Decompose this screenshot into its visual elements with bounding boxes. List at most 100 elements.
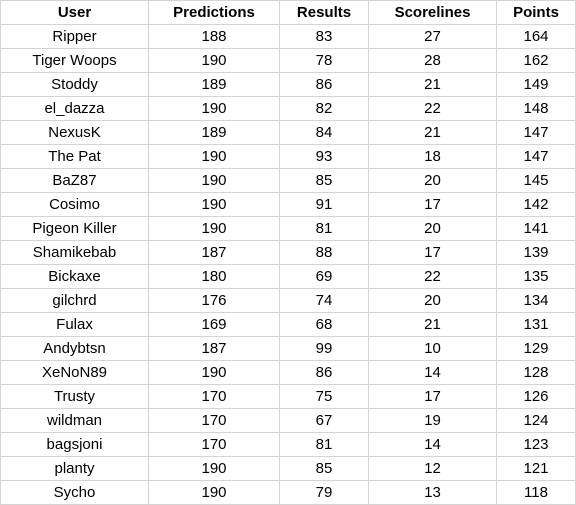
cell-results: 68 [279, 312, 369, 337]
cell-predictions: 190 [148, 48, 280, 73]
table-row: Ripper 188 83 27 164 [0, 24, 576, 49]
cell-predictions: 187 [148, 336, 280, 361]
table-row: Cosimo 190 91 17 142 [0, 192, 576, 217]
cell-user: gilchrd [0, 288, 149, 313]
cell-results: 86 [279, 72, 369, 97]
cell-predictions: 170 [148, 408, 280, 433]
cell-scorelines: 22 [368, 96, 497, 121]
cell-points: 149 [496, 72, 576, 97]
cell-scorelines: 14 [368, 360, 497, 385]
cell-predictions: 190 [148, 480, 280, 505]
cell-results: 91 [279, 192, 369, 217]
cell-predictions: 190 [148, 144, 280, 169]
table-row: The Pat 190 93 18 147 [0, 144, 576, 169]
cell-points: 145 [496, 168, 576, 193]
cell-results: 75 [279, 384, 369, 409]
cell-user: NexusK [0, 120, 149, 145]
cell-user: Pigeon Killer [0, 216, 149, 241]
cell-user: Ripper [0, 24, 149, 49]
cell-results: 86 [279, 360, 369, 385]
cell-scorelines: 17 [368, 240, 497, 265]
cell-points: 141 [496, 216, 576, 241]
cell-results: 93 [279, 144, 369, 169]
cell-user: Trusty [0, 384, 149, 409]
cell-user: XeNoN89 [0, 360, 149, 385]
table-body: Ripper 188 83 27 164 Tiger Woops 190 78 28 162 Sto… [0, 24, 576, 505]
table-row: Pigeon Killer 190 81 20 141 [0, 216, 576, 241]
cell-results: 81 [279, 216, 369, 241]
cell-user: Shamikebab [0, 240, 149, 265]
cell-points: 134 [496, 288, 576, 313]
table-row: Stoddy 189 86 21 149 [0, 72, 576, 97]
cell-user: bagsjoni [0, 432, 149, 457]
header-row: User Predictions Results Scorelines Poin… [0, 0, 576, 25]
cell-predictions: 188 [148, 24, 280, 49]
cell-scorelines: 21 [368, 72, 497, 97]
cell-scorelines: 12 [368, 456, 497, 481]
cell-points: 131 [496, 312, 576, 337]
cell-predictions: 176 [148, 288, 280, 313]
cell-user: wildman [0, 408, 149, 433]
cell-results: 82 [279, 96, 369, 121]
cell-predictions: 190 [148, 216, 280, 241]
cell-results: 74 [279, 288, 369, 313]
table-row: gilchrd 176 74 20 134 [0, 288, 576, 313]
cell-scorelines: 18 [368, 144, 497, 169]
cell-points: 129 [496, 336, 576, 361]
cell-results: 84 [279, 120, 369, 145]
cell-predictions: 170 [148, 384, 280, 409]
cell-scorelines: 19 [368, 408, 497, 433]
cell-predictions: 187 [148, 240, 280, 265]
header-user: User [0, 0, 149, 25]
cell-scorelines: 10 [368, 336, 497, 361]
cell-scorelines: 27 [368, 24, 497, 49]
leaderboard-table: User Predictions Results Scorelines Poin… [0, 0, 576, 505]
cell-results: 78 [279, 48, 369, 73]
cell-predictions: 190 [148, 360, 280, 385]
cell-user: Cosimo [0, 192, 149, 217]
cell-user: The Pat [0, 144, 149, 169]
cell-user: Fulax [0, 312, 149, 337]
cell-scorelines: 20 [368, 216, 497, 241]
cell-user: Tiger Woops [0, 48, 149, 73]
cell-points: 147 [496, 144, 576, 169]
cell-scorelines: 21 [368, 312, 497, 337]
cell-user: planty [0, 456, 149, 481]
cell-scorelines: 21 [368, 120, 497, 145]
cell-results: 83 [279, 24, 369, 49]
cell-user: Bickaxe [0, 264, 149, 289]
header-predictions: Predictions [148, 0, 280, 25]
cell-points: 121 [496, 456, 576, 481]
cell-predictions: 180 [148, 264, 280, 289]
header-points: Points [496, 0, 576, 25]
cell-user: Sycho [0, 480, 149, 505]
header-results: Results [279, 0, 369, 25]
table-row: Bickaxe 180 69 22 135 [0, 264, 576, 289]
table-row: Andybtsn 187 99 10 129 [0, 336, 576, 361]
cell-results: 69 [279, 264, 369, 289]
cell-points: 139 [496, 240, 576, 265]
cell-user: Stoddy [0, 72, 149, 97]
table-row: planty 190 85 12 121 [0, 456, 576, 481]
cell-points: 135 [496, 264, 576, 289]
cell-user: el_dazza [0, 96, 149, 121]
cell-points: 128 [496, 360, 576, 385]
cell-scorelines: 17 [368, 384, 497, 409]
cell-scorelines: 20 [368, 288, 497, 313]
cell-user: BaZ87 [0, 168, 149, 193]
table-row: Shamikebab 187 88 17 139 [0, 240, 576, 265]
cell-predictions: 190 [148, 192, 280, 217]
cell-results: 88 [279, 240, 369, 265]
cell-scorelines: 14 [368, 432, 497, 457]
table-row: Sycho 190 79 13 118 [0, 480, 576, 505]
cell-scorelines: 22 [368, 264, 497, 289]
cell-scorelines: 17 [368, 192, 497, 217]
cell-results: 85 [279, 456, 369, 481]
cell-results: 67 [279, 408, 369, 433]
header-scorelines: Scorelines [368, 0, 497, 25]
cell-points: 126 [496, 384, 576, 409]
cell-points: 118 [496, 480, 576, 505]
cell-results: 79 [279, 480, 369, 505]
cell-results: 85 [279, 168, 369, 193]
table-row: BaZ87 190 85 20 145 [0, 168, 576, 193]
